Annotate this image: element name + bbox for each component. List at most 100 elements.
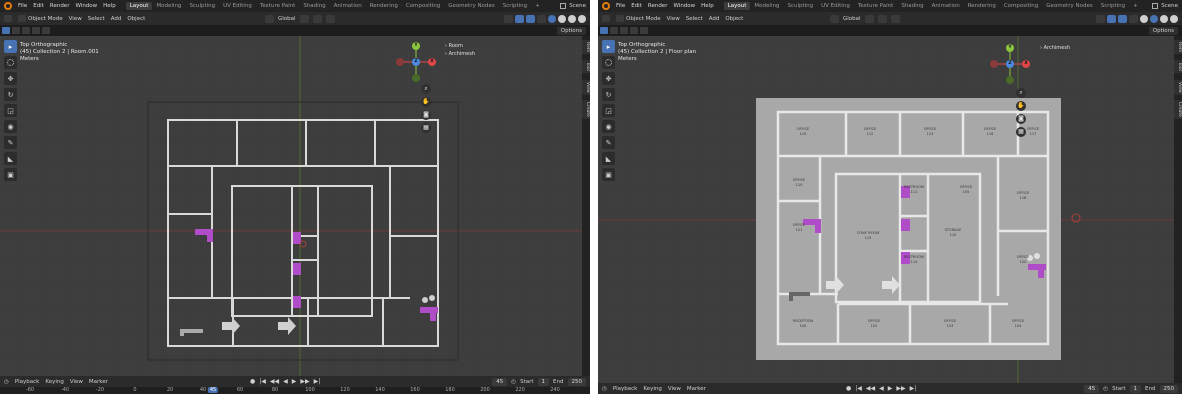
move-tool-icon[interactable]: ✥ <box>4 72 17 85</box>
current-frame-marker[interactable]: 45 <box>207 387 219 393</box>
visibility-icon[interactable] <box>1096 14 1105 23</box>
select-intersect-icon[interactable] <box>640 27 648 34</box>
tab-texture-paint[interactable]: Texture Paint <box>854 2 898 10</box>
move-tool-icon[interactable]: ✥ <box>602 72 615 85</box>
tab-shading[interactable]: Shading <box>897 2 927 10</box>
play-button[interactable]: ▶ <box>888 385 893 392</box>
xray-icon[interactable] <box>1129 14 1138 23</box>
tab-modeling[interactable]: Modeling <box>152 2 185 10</box>
select-invert-icon[interactable] <box>630 27 638 34</box>
menu-file[interactable]: File <box>18 3 27 9</box>
menu-file[interactable]: File <box>616 3 625 9</box>
side-tab-create[interactable]: Create <box>582 100 590 119</box>
menu-help[interactable]: Help <box>701 3 714 9</box>
end-frame-field[interactable]: 250 <box>567 377 586 386</box>
side-tab-create[interactable]: Create <box>1174 100 1182 119</box>
tab-texture-paint[interactable]: Texture Paint <box>256 2 300 10</box>
select-invert-icon[interactable] <box>32 27 40 34</box>
select-box-tool-icon[interactable]: ▸ <box>602 40 615 53</box>
overlay-toggle-icon[interactable] <box>526 14 535 23</box>
tab-geometry-nodes[interactable]: Geometry Nodes <box>1042 2 1096 10</box>
pivot-icon[interactable] <box>864 14 874 23</box>
tab-shading[interactable]: Shading <box>299 2 329 10</box>
wireframe-shading-icon[interactable] <box>1140 14 1148 23</box>
editor-type-button[interactable] <box>602 15 610 22</box>
object-menu[interactable]: Object <box>725 16 743 22</box>
play-reverse-button[interactable]: ◀ <box>879 385 884 392</box>
jump-end-button[interactable]: ▶| <box>910 385 917 392</box>
transform-orientation-icon[interactable] <box>830 14 839 23</box>
gizmo-neg-y[interactable] <box>1006 76 1014 84</box>
select-extend-icon[interactable] <box>610 27 618 34</box>
snap-icon[interactable] <box>312 14 322 23</box>
side-tab-item[interactable]: Item <box>1174 40 1182 55</box>
add-menu[interactable]: Add <box>709 16 720 22</box>
tab-sculpting[interactable]: Sculpting <box>185 2 219 10</box>
transform-tool-icon[interactable]: ◉ <box>602 120 615 133</box>
solid-shading-icon[interactable] <box>558 14 566 23</box>
hand-icon[interactable]: ✋ <box>1016 101 1026 111</box>
options-dropdown[interactable]: Options <box>1148 27 1178 35</box>
add-cube-tool-icon[interactable]: ▣ <box>4 168 17 181</box>
scene-selector[interactable]: Scene <box>560 3 586 9</box>
transform-orientation-icon[interactable] <box>265 14 274 23</box>
scene-selector[interactable]: Scene <box>1152 3 1178 9</box>
pivot-icon[interactable] <box>299 14 309 23</box>
scale-tool-icon[interactable]: ◲ <box>4 104 17 117</box>
hand-icon[interactable]: ✋ <box>421 97 431 107</box>
scale-tool-icon[interactable]: ◲ <box>602 104 615 117</box>
marker-menu[interactable]: Marker <box>687 386 706 392</box>
tab-layout[interactable]: Layout <box>125 2 153 10</box>
select-intersect-icon[interactable] <box>42 27 50 34</box>
measure-tool-icon[interactable]: ◣ <box>4 152 17 165</box>
play-reverse-button[interactable]: ◀ <box>283 378 288 385</box>
clock-icon[interactable]: ◴ <box>1103 386 1108 392</box>
timeline-view-menu[interactable]: View <box>668 386 681 392</box>
options-dropdown[interactable]: Options <box>556 27 586 35</box>
tab-uv-editing[interactable]: UV Editing <box>219 2 256 10</box>
record-button[interactable]: ● <box>250 378 255 385</box>
rotate-tool-icon[interactable]: ↻ <box>602 88 615 101</box>
gizmo-toggle-icon[interactable] <box>1107 14 1116 23</box>
jump-start-button[interactable]: |◀ <box>259 378 266 385</box>
outliner-item-room[interactable]: › Room <box>445 42 475 50</box>
annotate-tool-icon[interactable]: ✎ <box>602 136 615 149</box>
select-subtract-icon[interactable] <box>620 27 628 34</box>
outliner-item-archimesh[interactable]: › Archimesh <box>445 50 475 58</box>
tab-sculpting[interactable]: Sculpting <box>783 2 817 10</box>
material-shading-icon[interactable] <box>1160 14 1168 23</box>
mode-dropdown[interactable]: Object Mode <box>18 15 63 22</box>
mode-dropdown[interactable]: Object Mode <box>616 15 661 22</box>
timeline-editor-icon[interactable]: ◷ <box>602 386 607 392</box>
start-frame-field[interactable]: 1 <box>1129 384 1142 393</box>
outliner-item-archimesh[interactable]: › Archimesh <box>1040 44 1070 52</box>
select-menu[interactable]: Select <box>686 16 703 22</box>
tab-scripting[interactable]: Scripting <box>499 2 531 10</box>
select-menu[interactable]: Select <box>88 16 105 22</box>
gizmo-neg-x[interactable] <box>396 58 404 66</box>
timeline-view-menu[interactable]: View <box>70 379 83 385</box>
menu-window[interactable]: Window <box>673 3 695 9</box>
select-subtract-icon[interactable] <box>22 27 30 34</box>
blender-logo-icon[interactable] <box>602 2 610 10</box>
current-frame-field[interactable]: 45 <box>492 377 508 386</box>
record-button[interactable]: ● <box>846 385 851 392</box>
transform-tool-icon[interactable]: ◉ <box>4 120 17 133</box>
tab-compositing[interactable]: Compositing <box>1000 2 1042 10</box>
keying-menu[interactable]: Keying <box>643 386 661 392</box>
playback-menu[interactable]: Playback <box>15 379 40 385</box>
menu-window[interactable]: Window <box>75 3 97 9</box>
side-tab-view[interactable]: View <box>582 80 590 95</box>
grid-icon[interactable]: ▦ <box>1016 127 1026 137</box>
grid-icon[interactable]: ▦ <box>421 123 431 133</box>
start-frame-field[interactable]: 1 <box>537 377 550 386</box>
zoom-icon[interactable]: ⌕ <box>421 84 431 94</box>
view-menu[interactable]: View <box>69 16 82 22</box>
transform-orientation-dropdown[interactable]: Global <box>843 16 861 22</box>
menu-edit[interactable]: Edit <box>631 3 642 9</box>
select-box-tool-icon[interactable]: ▸ <box>4 40 17 53</box>
transform-orientation-dropdown[interactable]: Global <box>278 16 296 22</box>
material-shading-icon[interactable] <box>568 14 576 23</box>
next-key-button[interactable]: ▶▶ <box>300 378 309 385</box>
menu-render[interactable]: Render <box>50 3 70 9</box>
